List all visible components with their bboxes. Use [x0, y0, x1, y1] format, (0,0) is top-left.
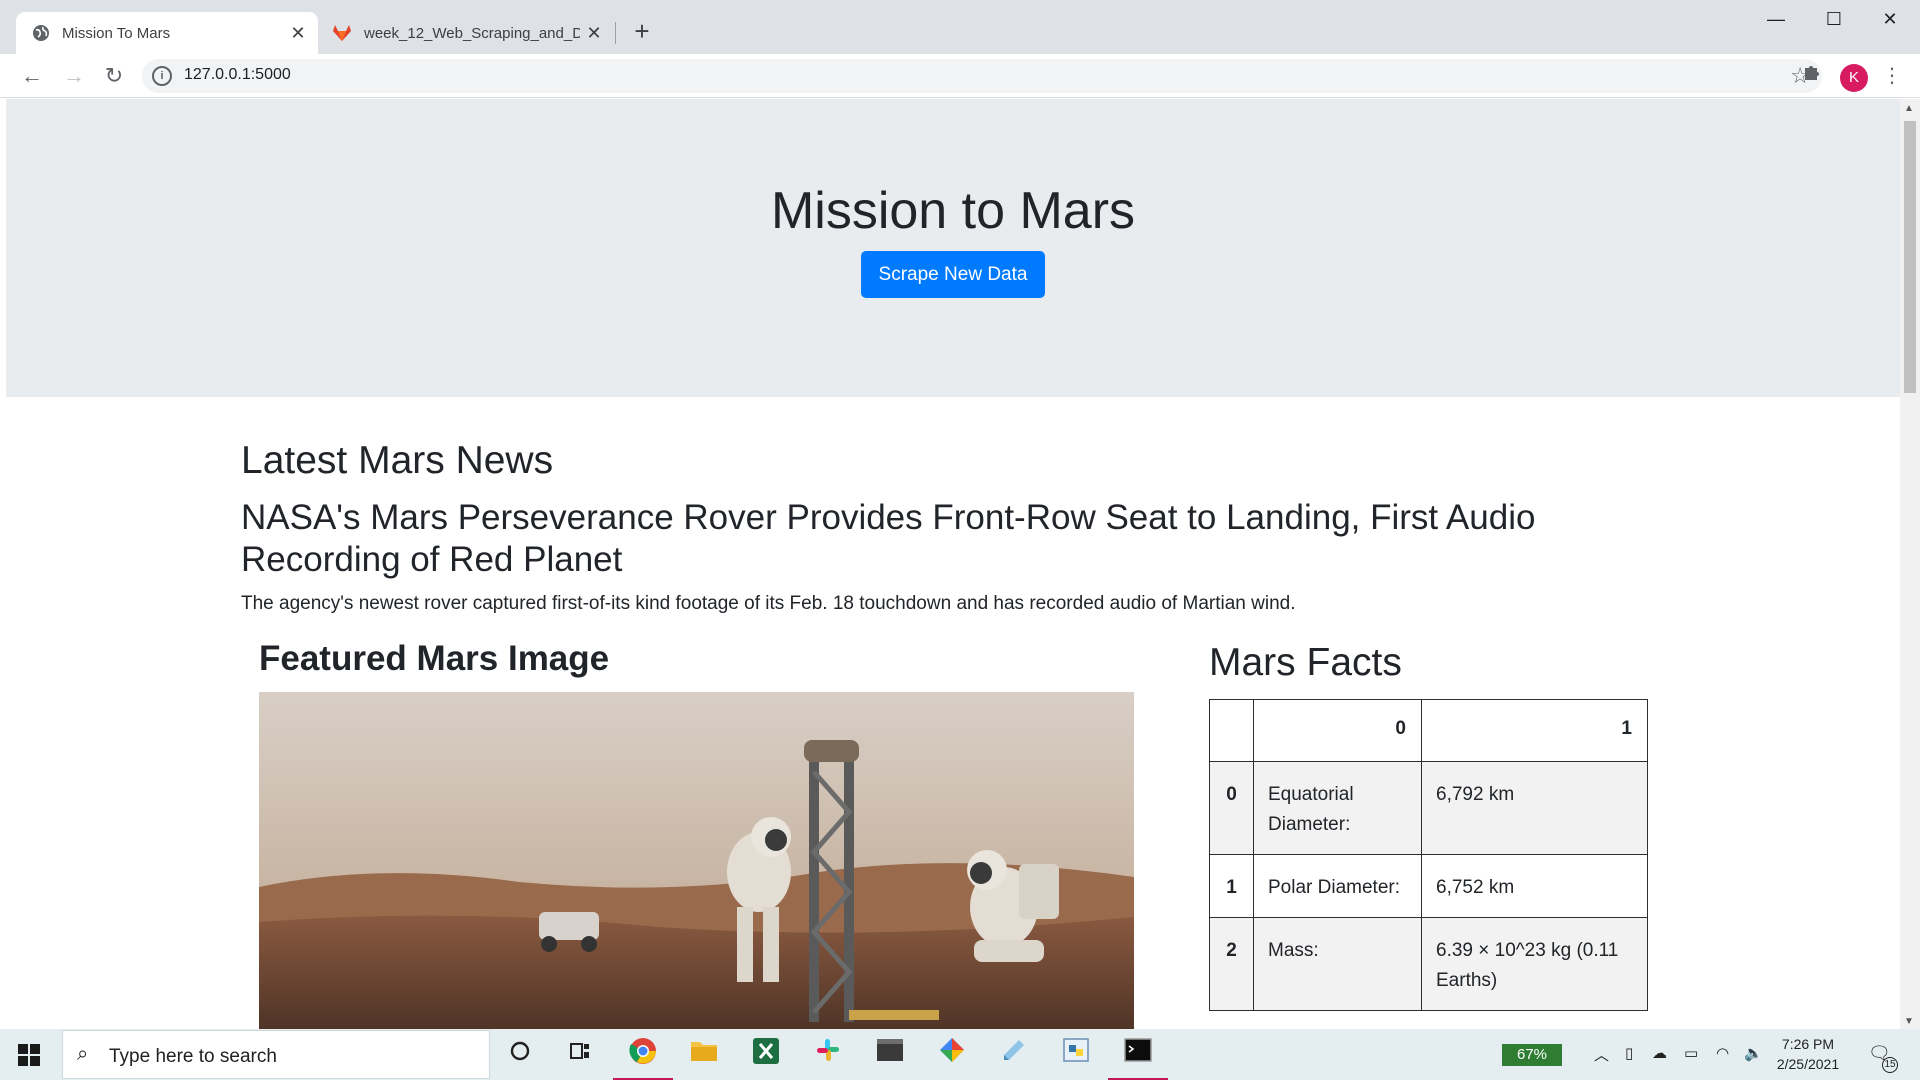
table-header-cell — [1209, 699, 1254, 762]
git-kraken-icon[interactable] — [934, 1037, 970, 1073]
back-arrow-icon[interactable]: ← — [16, 60, 48, 92]
maximize-icon[interactable]: ☐ — [1806, 0, 1862, 40]
command-prompt-icon[interactable] — [1108, 1037, 1168, 1080]
menu-kebab-icon[interactable]: ⋮ — [1878, 62, 1906, 90]
row-index: 0 — [1209, 761, 1254, 855]
volume-icon[interactable]: 🔈 — [1744, 1044, 1763, 1062]
tab-separator — [615, 22, 616, 44]
news-paragraph: The agency's newest rover captured first… — [241, 593, 1296, 614]
table-row: 1 Polar Diameter: 6,752 km — [1209, 854, 1648, 918]
fact-label: Polar Diameter: — [1253, 854, 1422, 918]
close-window-icon[interactable]: ✕ — [1862, 0, 1918, 40]
page-viewport: Mission to Mars Scrape New Data Latest M… — [6, 99, 1900, 1029]
featured-mars-image — [259, 692, 1134, 1029]
forward-arrow-icon[interactable]: → — [58, 60, 90, 92]
globe-icon — [33, 25, 49, 41]
site-info-icon[interactable]: i — [152, 66, 172, 86]
jumbotron: Mission to Mars Scrape New Data — [6, 99, 1900, 397]
close-tab-icon[interactable]: ✕ — [284, 23, 312, 44]
fact-label: Mass: — [1253, 917, 1422, 1011]
tab-title: Mission To Mars — [62, 24, 171, 42]
chrome-taskbar-icon[interactable] — [613, 1037, 673, 1080]
mars-facts-table: 0 1 0 Equatorial Diameter: 6,792 km 1 Po… — [1209, 699, 1648, 1011]
terminal-app-icon[interactable] — [872, 1037, 908, 1073]
url-text[interactable]: 127.0.0.1:5000 — [184, 66, 291, 84]
file-explorer-icon[interactable] — [686, 1037, 722, 1073]
row-index: 1 — [1209, 854, 1254, 918]
fact-value: 6.39 × 10^23 kg (0.11 Earths) — [1421, 917, 1648, 1011]
fact-value: 6,752 km — [1421, 854, 1648, 918]
table-header-cell: 1 — [1421, 699, 1648, 762]
news-title: NASA's Mars Perseverance Rover Provides … — [241, 498, 1536, 579]
tab-title: week_12_Web_Scraping_and_Doc — [364, 24, 580, 42]
scrape-new-data-button[interactable]: Scrape New Data — [861, 251, 1045, 298]
clock-time: 7:26 PM — [1781, 1036, 1835, 1052]
table-header-row: 0 1 — [1209, 699, 1648, 762]
table-row: 0 Equatorial Diameter: 6,792 km — [1209, 761, 1648, 855]
table-row: 2 Mass: 6.39 × 10^23 kg (0.11 Earths) — [1209, 917, 1648, 1011]
scroll-down-icon[interactable]: ▼ — [1904, 1016, 1914, 1027]
battery-percent-badge[interactable]: 67% — [1502, 1044, 1562, 1066]
fact-value: 6,792 km — [1421, 761, 1648, 855]
task-view-icon[interactable] — [562, 1037, 598, 1073]
windows-taskbar: ⌕ Type here to search 67% ︿ ▯ ☁ ▭ ◠ 🔈 7:… — [0, 1029, 1920, 1080]
slack-icon[interactable] — [810, 1037, 846, 1073]
notepad-icon[interactable] — [996, 1037, 1032, 1073]
reload-icon[interactable]: ↻ — [98, 60, 130, 92]
new-tab-button[interactable]: + — [626, 16, 658, 48]
table-header-cell: 0 — [1253, 699, 1422, 762]
close-tab-icon[interactable]: ✕ — [580, 23, 608, 44]
windows-start-icon[interactable] — [18, 1044, 40, 1066]
taskbar-search-box[interactable]: ⌕ Type here to search — [62, 1030, 490, 1079]
minimize-icon[interactable]: — — [1748, 0, 1804, 40]
onedrive-cloud-icon[interactable]: ☁ — [1652, 1044, 1667, 1062]
battery-icon[interactable]: ▭ — [1684, 1044, 1698, 1062]
scroll-up-icon[interactable]: ▲ — [1904, 103, 1914, 114]
python-app-icon[interactable] — [1058, 1037, 1094, 1073]
extensions-puzzle-icon[interactable] — [1798, 62, 1826, 90]
featured-image-heading: Featured Mars Image — [259, 639, 610, 678]
notification-count-badge: 15 — [1882, 1057, 1898, 1073]
tab-mission-to-mars[interactable]: Mission To Mars ✕ — [16, 12, 318, 54]
excel-icon[interactable] — [748, 1037, 784, 1073]
gitlab-icon — [333, 25, 351, 41]
cortana-icon[interactable] — [502, 1037, 538, 1073]
search-icon: ⌕ — [77, 1043, 89, 1065]
profile-avatar[interactable]: K — [1840, 64, 1868, 92]
scrollbar-thumb[interactable] — [1904, 121, 1916, 393]
device-icon[interactable]: ▯ — [1625, 1044, 1633, 1062]
search-placeholder: Type here to search — [109, 1046, 277, 1067]
clock-date: 2/25/2021 — [1776, 1056, 1840, 1072]
tab-week-12[interactable]: week_12_Web_Scraping_and_Doc ✕ — [318, 12, 614, 54]
page-scrollbar[interactable]: ▲ ▼ — [1900, 99, 1920, 1029]
browser-tab-strip: Mission To Mars ✕ week_12_Web_Scraping_a… — [0, 0, 1920, 54]
show-hidden-icons-chevron-icon[interactable]: ︿ — [1594, 1044, 1609, 1065]
mars-facts-heading: Mars Facts — [1209, 641, 1402, 684]
fact-label: Equatorial Diameter: — [1253, 761, 1422, 855]
wifi-icon[interactable]: ◠ — [1716, 1044, 1729, 1062]
browser-toolbar: ← → ↻ i 127.0.0.1:5000 ☆ ⋮ — [0, 54, 1920, 98]
address-bar[interactable]: i 127.0.0.1:5000 ☆ — [142, 59, 1822, 93]
taskbar-clock[interactable]: 7:26 PM 2/25/2021 — [1772, 1034, 1844, 1074]
page-title: Mission to Mars — [770, 182, 1136, 240]
news-heading: Latest Mars News — [241, 439, 554, 482]
row-index: 2 — [1209, 917, 1254, 1011]
